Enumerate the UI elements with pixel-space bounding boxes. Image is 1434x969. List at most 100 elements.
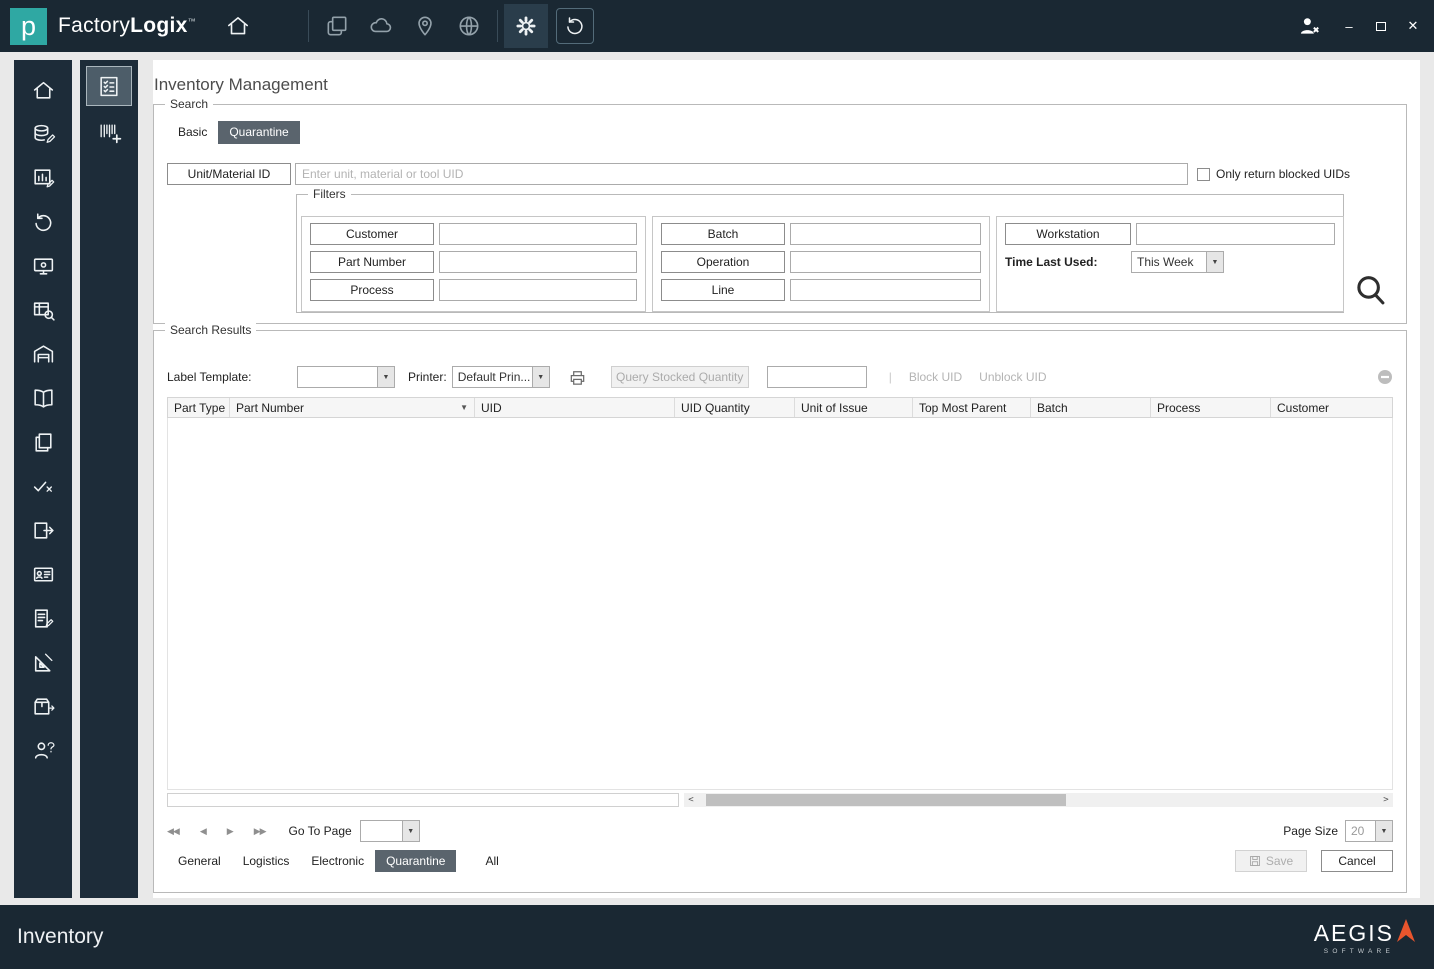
sidebar-item-warehouse[interactable] [14, 332, 72, 376]
column-header-process[interactable]: Process [1151, 398, 1271, 417]
unblock-uid-button[interactable]: Unblock UID [979, 370, 1046, 384]
print-button[interactable] [568, 368, 587, 387]
part-number-filter-button[interactable]: Part Number [310, 251, 434, 273]
unit-material-id-button[interactable]: Unit/Material ID [167, 163, 291, 185]
cloud-button[interactable] [359, 4, 403, 48]
tab-quarantine-bottom[interactable]: Quarantine [375, 850, 457, 872]
home-button[interactable] [216, 4, 260, 48]
tab-all[interactable]: All [474, 850, 509, 872]
cloud-icon [370, 18, 392, 33]
maximize-button[interactable] [1374, 19, 1388, 34]
search-group-legend: Search [165, 97, 214, 111]
first-page-button[interactable]: ◀◀ [167, 826, 180, 837]
go-to-page-select[interactable]: ▼ [359, 820, 420, 842]
sidebar-item-history[interactable] [14, 200, 72, 244]
scroll-right-button[interactable]: > [1379, 792, 1393, 807]
frozen-columns-scrollbar[interactable] [167, 792, 679, 807]
tab-basic[interactable]: Basic [167, 121, 218, 144]
next-page-button[interactable]: ▶ [227, 826, 234, 837]
blocked-uids-checkbox[interactable] [1197, 167, 1210, 181]
sidebar-item-badges[interactable] [14, 552, 72, 596]
checklist-icon [99, 76, 118, 96]
aegis-logo: AEGIS SOFTWARE [1314, 919, 1416, 955]
tab-logistics[interactable]: Logistics [232, 850, 301, 872]
tab-quarantine[interactable]: Quarantine [218, 121, 300, 144]
line-filter-button[interactable]: Line [661, 279, 785, 301]
label-template-select[interactable]: ▼ [297, 366, 395, 388]
column-header-customer[interactable]: Customer [1271, 398, 1392, 417]
sidebar-item-notes[interactable] [14, 596, 72, 640]
last-page-button[interactable]: ▶▶ [254, 826, 267, 837]
note-edit-icon [34, 608, 53, 628]
customer-filter-input[interactable] [439, 223, 637, 245]
sidebar-item-measurement[interactable] [14, 640, 72, 684]
column-header-unit-of-issue[interactable]: Unit of Issue [795, 398, 913, 417]
statusbar: Inventory AEGIS SOFTWARE [0, 905, 1434, 969]
previous-page-button[interactable]: ◀ [200, 826, 207, 837]
scrollbar-thumb[interactable] [706, 793, 1066, 806]
sidebar-item-support[interactable] [14, 728, 72, 772]
search-button[interactable] [1352, 272, 1390, 315]
unit-search-input[interactable] [295, 163, 1188, 185]
sidebar2-item-barcode-add[interactable] [86, 112, 132, 152]
column-header-top-most-parent[interactable]: Top Most Parent [913, 398, 1031, 417]
sidebar-item-shipping[interactable] [14, 684, 72, 728]
tab-electronic[interactable]: Electronic [300, 850, 375, 872]
sign-out-button[interactable] [1294, 4, 1324, 48]
workstation-filter-input[interactable] [1136, 223, 1335, 245]
sidebar-item-planning[interactable] [14, 156, 72, 200]
sidebar-item-documentation[interactable] [14, 376, 72, 420]
search-group: Search Basic Quarantine Unit/Material ID… [153, 97, 1407, 324]
save-button[interactable]: Save [1235, 850, 1307, 872]
query-stocked-quantity-button[interactable]: Query Stocked Quantity [610, 366, 749, 388]
close-button[interactable]: ✕ [1406, 18, 1420, 34]
part-number-filter-input[interactable] [439, 251, 637, 273]
batch-filter-input[interactable] [790, 223, 981, 245]
sidebar-item-export[interactable] [14, 508, 72, 552]
settings-button[interactable] [503, 4, 548, 48]
sidebar-item-data-query[interactable] [14, 288, 72, 332]
stocked-quantity-input[interactable] [766, 366, 867, 388]
time-last-used-select[interactable]: This Week ▼ [1131, 251, 1224, 273]
gear-icon [516, 16, 536, 36]
history-button[interactable] [555, 8, 594, 44]
minimize-button[interactable]: – [1342, 19, 1356, 34]
column-header-part-type[interactable]: Part Type [168, 398, 230, 417]
sidebar-item-materials[interactable] [14, 112, 72, 156]
process-filter-button[interactable]: Process [310, 279, 434, 301]
operation-filter-input[interactable] [790, 251, 981, 273]
column-header-uid-quantity[interactable]: UID Quantity [675, 398, 795, 417]
column-header-batch[interactable]: Batch [1031, 398, 1151, 417]
tab-general[interactable]: General [167, 850, 232, 872]
documents-button[interactable] [315, 4, 359, 48]
process-filter-input[interactable] [439, 279, 637, 301]
sidebar-item-workstation[interactable] [14, 244, 72, 288]
sidebar-item-templates[interactable] [14, 420, 72, 464]
batch-filter-button[interactable]: Batch [661, 223, 785, 245]
chevron-down-icon: ▼ [1206, 252, 1223, 272]
printer-select[interactable]: Default Prin... ▼ [451, 366, 550, 388]
page-size-label: Page Size [1283, 824, 1338, 838]
cancel-button[interactable]: Cancel [1321, 850, 1393, 872]
scroll-left-button[interactable]: < [684, 792, 698, 807]
export-icon [33, 521, 54, 539]
warehouse-icon [33, 344, 53, 363]
sidebar-item-validation[interactable] [14, 464, 72, 508]
operation-filter-button[interactable]: Operation [661, 251, 785, 273]
block-indicator-button[interactable] [1377, 369, 1393, 385]
block-uid-button[interactable]: Block UID [909, 370, 962, 384]
book-icon [33, 388, 53, 408]
globe-button[interactable] [447, 4, 491, 48]
column-header-uid[interactable]: UID [475, 398, 675, 417]
page-size-select[interactable]: 20 ▼ [1345, 820, 1393, 842]
customer-filter-button[interactable]: Customer [310, 223, 434, 245]
column-header-part-number[interactable]: Part Number ▼ [230, 398, 475, 417]
location-button[interactable] [403, 4, 447, 48]
horizontal-scrollbar[interactable] [698, 792, 1379, 807]
line-filter-input[interactable] [790, 279, 981, 301]
workstation-filter-button[interactable]: Workstation [1005, 223, 1131, 245]
sidebar-item-home[interactable] [14, 68, 72, 112]
aegis-sub-text: SOFTWARE [1323, 947, 1394, 955]
sidebar2-item-inventory-list[interactable] [86, 66, 132, 106]
user-signout-icon [1300, 18, 1319, 34]
